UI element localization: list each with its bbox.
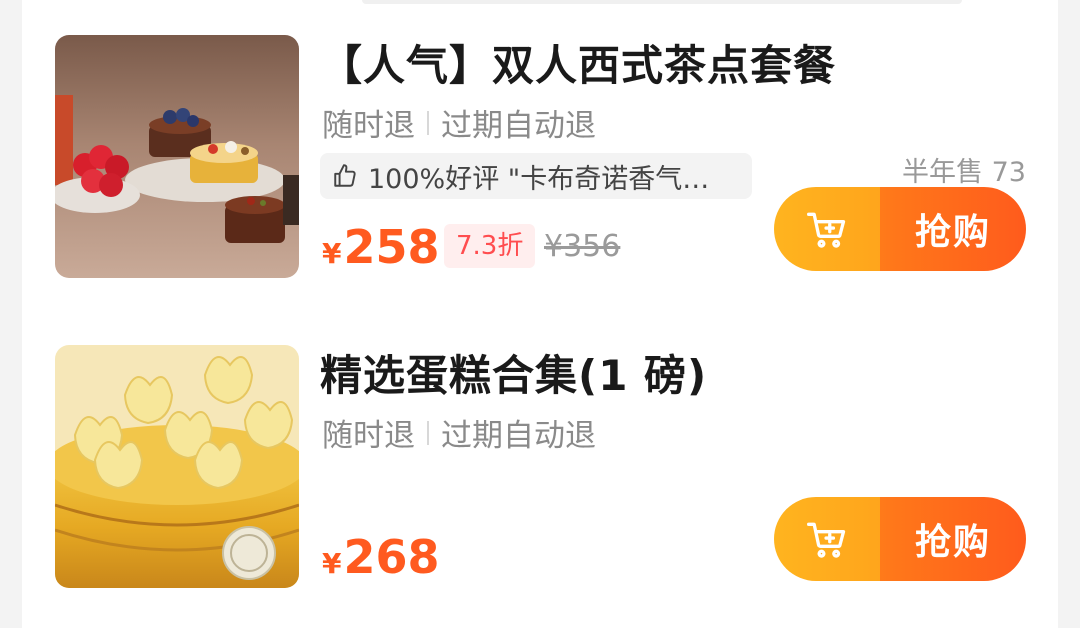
review-text: 100%好评 "卡布奇诺香气… bbox=[368, 163, 710, 195]
refund-expired-tag: 过期自动退 bbox=[441, 108, 596, 144]
buy-now-button[interactable]: 抢购 bbox=[880, 187, 1026, 271]
product-title[interactable]: 【人气】双人西式茶点套餐 bbox=[320, 32, 836, 93]
product-image[interactable] bbox=[55, 35, 299, 278]
buy-button-group[interactable]: 抢购 bbox=[774, 497, 1026, 581]
price: ¥ 258 bbox=[322, 220, 440, 274]
add-to-cart-icon bbox=[807, 522, 846, 558]
buy-button-group[interactable]: 抢购 bbox=[774, 187, 1026, 271]
product-title[interactable]: 精选蛋糕合集(1 磅) bbox=[320, 342, 707, 403]
price-value: 268 bbox=[343, 530, 440, 584]
refund-policy: 随时退 过期自动退 bbox=[322, 410, 596, 455]
price-value: 258 bbox=[343, 220, 440, 274]
deal-list: 【人气】双人西式茶点套餐 随时退 过期自动退 100%好评 "卡布奇诺香气… 半… bbox=[22, 0, 1058, 628]
divider bbox=[362, 0, 962, 4]
refund-policy: 随时退 过期自动退 bbox=[322, 100, 596, 145]
list-item[interactable]: 【人气】双人西式茶点套餐 随时退 过期自动退 100%好评 "卡布奇诺香气… 半… bbox=[22, 22, 1058, 292]
original-price: ¥356 bbox=[544, 229, 621, 264]
review-snippet[interactable]: 100%好评 "卡布奇诺香气… bbox=[320, 153, 752, 199]
divider bbox=[427, 110, 429, 135]
currency-symbol: ¥ bbox=[322, 547, 342, 580]
divider bbox=[427, 420, 429, 445]
sales-count: 半年售 73 bbox=[902, 157, 1026, 188]
buy-now-button[interactable]: 抢购 bbox=[880, 497, 1026, 581]
product-image[interactable] bbox=[55, 345, 299, 588]
add-to-cart-icon bbox=[807, 212, 846, 248]
refund-anytime-tag: 随时退 bbox=[322, 108, 415, 144]
price: ¥ 268 bbox=[322, 530, 440, 584]
discount-badge: 7.3折 bbox=[444, 224, 536, 268]
thumbs-up-icon bbox=[334, 164, 356, 187]
refund-expired-tag: 过期自动退 bbox=[441, 418, 596, 454]
add-to-cart-button[interactable] bbox=[774, 497, 880, 581]
list-item[interactable]: 精选蛋糕合集(1 磅) 随时退 过期自动退 ¥ 268 抢购 bbox=[22, 332, 1058, 602]
currency-symbol: ¥ bbox=[322, 237, 342, 270]
add-to-cart-button[interactable] bbox=[774, 187, 880, 271]
refund-anytime-tag: 随时退 bbox=[322, 418, 415, 454]
